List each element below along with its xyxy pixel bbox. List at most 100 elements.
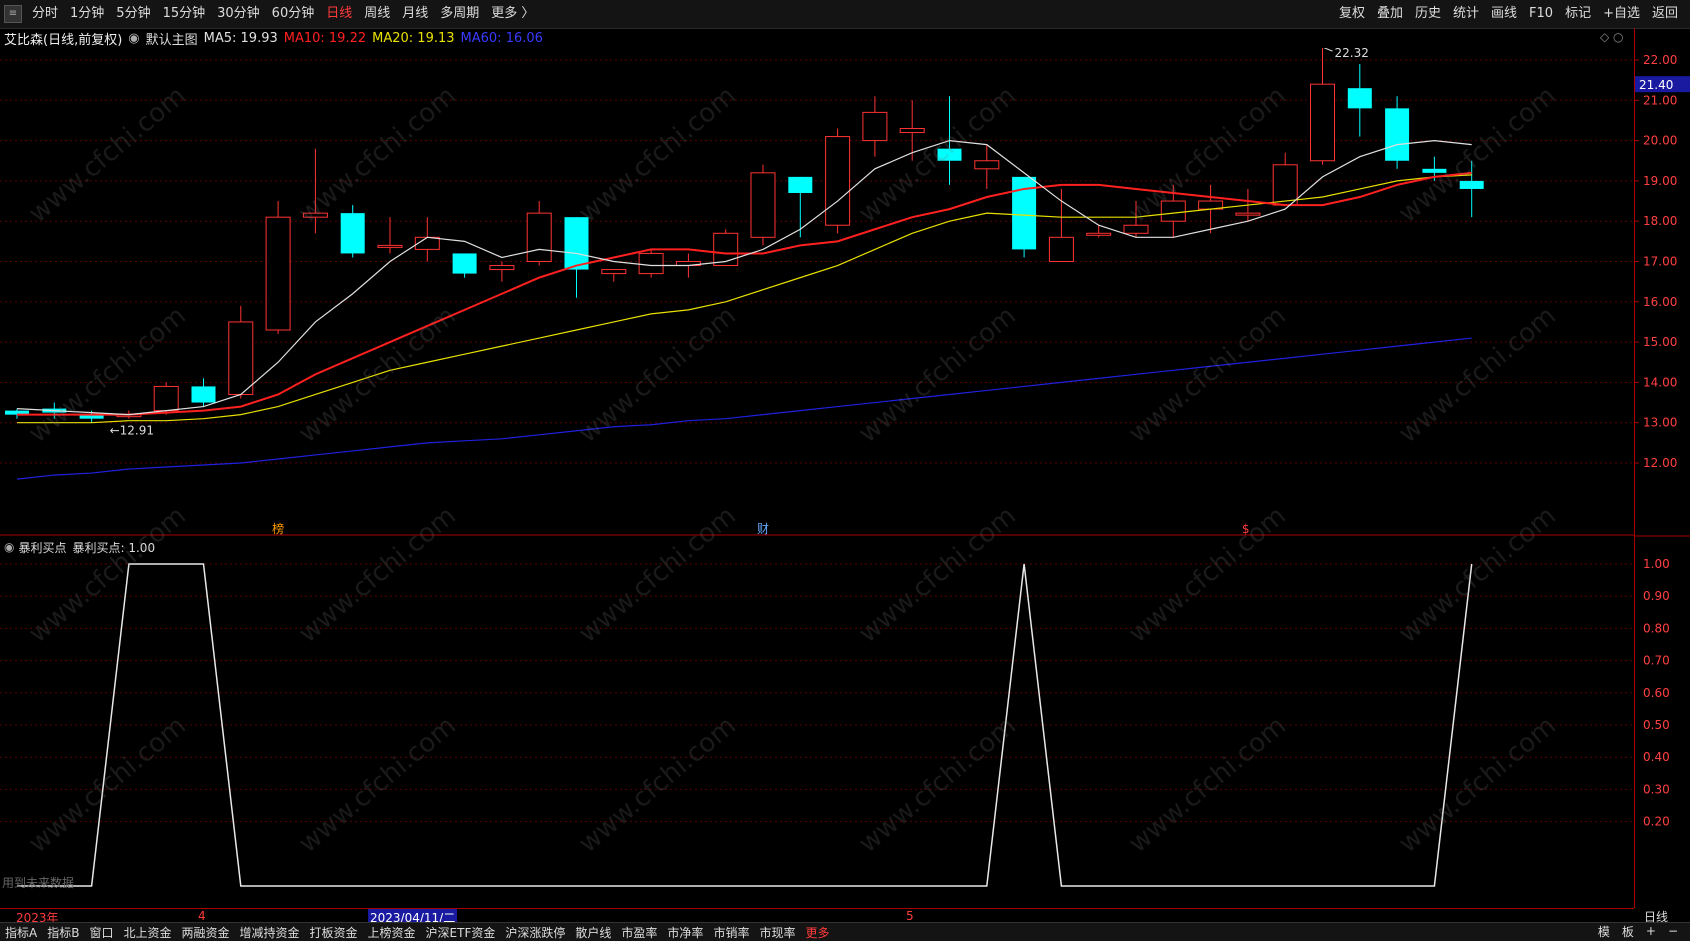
price-axis-label: 22.00 bbox=[1643, 53, 1677, 67]
ma60-label: MA60: 16.06 bbox=[460, 30, 543, 46]
stock-title: 艾比森(日线,前复权) bbox=[4, 32, 123, 48]
indicator-tab[interactable]: 市盈率 bbox=[616, 924, 662, 941]
period-tab[interactable]: 1分钟 bbox=[64, 0, 110, 28]
period-toolbar: ≡ 分时 1分钟 5分钟 15分钟 30分钟 60分钟 日线 周线 月线 多周期 更多 〉 复权 叠加… bbox=[0, 0, 1690, 29]
tool-button[interactable]: 返回 bbox=[1646, 0, 1684, 28]
candle-body-up bbox=[974, 160, 1000, 170]
price-axis-label: 15.00 bbox=[1643, 335, 1677, 349]
high-price-label: 22.32 bbox=[1335, 48, 1369, 60]
period-tab[interactable]: 5分钟 bbox=[110, 0, 156, 28]
indicator-axis-label: 0.40 bbox=[1643, 750, 1670, 764]
date-axis: 2023年 4 2023/04/11/二 5 bbox=[0, 908, 1634, 926]
price-axis-label: 21.00 bbox=[1643, 93, 1677, 107]
indicator-tab[interactable]: 沪深ETF资金 bbox=[421, 924, 501, 941]
indicator-tab[interactable]: 沪深涨跌停 bbox=[500, 924, 570, 941]
indicator-tab[interactable]: 上榜资金 bbox=[363, 924, 421, 941]
event-marker: 财 bbox=[757, 522, 769, 536]
indicator-chart[interactable]: 用到未来数据 bbox=[0, 556, 1634, 908]
date-label-apr: 4 bbox=[198, 909, 206, 923]
price-axis-label: 16.00 bbox=[1643, 295, 1677, 309]
period-tab[interactable]: 60分钟 bbox=[266, 0, 321, 28]
period-tab[interactable]: 更多 〉 bbox=[485, 0, 540, 28]
candle-body-down bbox=[340, 213, 365, 254]
candle-body-up bbox=[825, 136, 851, 226]
tool-button[interactable]: 复权 bbox=[1333, 0, 1371, 28]
indicator-axis-label: 0.70 bbox=[1643, 654, 1670, 668]
main-chart-label[interactable]: 默认主图 bbox=[146, 29, 198, 48]
tool-button[interactable]: F10 bbox=[1523, 0, 1559, 28]
period-tab[interactable]: 15分钟 bbox=[157, 0, 212, 28]
bottom-control[interactable]: 模 bbox=[1592, 923, 1616, 940]
price-axis-label: 12.00 bbox=[1643, 456, 1677, 470]
current-price-label: 21.40 bbox=[1639, 78, 1673, 92]
indicator-tab[interactable]: 市现率 bbox=[754, 924, 800, 941]
tool-button[interactable]: +自选 bbox=[1597, 0, 1646, 28]
candle-body-down bbox=[788, 176, 813, 193]
candle-body-up bbox=[265, 216, 291, 331]
price-axis: 22.00 21.00 20.00 19.00 18.00 17.00 16.00 15.00… bbox=[1634, 28, 1690, 908]
indicator-tab[interactable]: 增减持资金 bbox=[235, 924, 305, 941]
candle-body-up bbox=[228, 321, 254, 395]
bottom-control[interactable]: + bbox=[1640, 924, 1662, 938]
indicator-axis-label: 0.30 bbox=[1643, 782, 1670, 796]
price-axis-label: 19.00 bbox=[1643, 174, 1677, 188]
bottom-control[interactable]: 板 bbox=[1616, 923, 1640, 940]
price-axis-label: 17.00 bbox=[1643, 255, 1677, 269]
indicator-axis-label: 0.90 bbox=[1643, 589, 1670, 603]
indicator-tab[interactable]: 指标B bbox=[42, 924, 84, 941]
candle-body-up bbox=[713, 232, 739, 267]
period-tab[interactable]: 周线 bbox=[358, 0, 396, 28]
indicator-axis-label: 0.50 bbox=[1643, 718, 1670, 732]
candle-body-down bbox=[1347, 88, 1372, 109]
future-data-note: 用到未来数据 bbox=[2, 875, 74, 890]
indicator-tab[interactable]: 市销率 bbox=[708, 924, 754, 941]
indicator-settings-icon[interactable]: ◉ bbox=[4, 540, 14, 554]
indicator-tab[interactable]: 两融资金 bbox=[176, 924, 234, 941]
candlestick-chart[interactable]: 22.32←12.91榜财 $ bbox=[0, 48, 1634, 536]
candle-body-down bbox=[191, 386, 216, 403]
candle-body-up bbox=[1086, 232, 1112, 236]
ma20-label: MA20: 19.13 bbox=[372, 30, 455, 46]
tool-button[interactable]: 叠加 bbox=[1371, 0, 1409, 28]
price-axis-label: 14.00 bbox=[1643, 375, 1677, 389]
candle-body-down bbox=[1385, 108, 1410, 161]
candle-body-up bbox=[899, 128, 925, 134]
period-tab[interactable]: 多周期 bbox=[434, 0, 485, 28]
indicator-tab[interactable]: 北上资金 bbox=[118, 924, 176, 941]
tool-button[interactable]: 统计 bbox=[1447, 0, 1485, 28]
high-price-pointer bbox=[1323, 48, 1333, 52]
candle-body-up bbox=[526, 212, 552, 262]
candle-body-up bbox=[638, 252, 664, 275]
bottom-control[interactable]: − bbox=[1662, 924, 1684, 938]
indicator-axis-label: 0.60 bbox=[1643, 686, 1670, 700]
candle-body-up bbox=[1235, 212, 1261, 216]
indicator-tab[interactable]: 散户线 bbox=[570, 924, 616, 941]
chart-settings-icon[interactable]: ◉ bbox=[128, 31, 139, 46]
indicator-tab[interactable]: 指标A bbox=[0, 924, 42, 941]
indicator-axis-label: 0.20 bbox=[1643, 815, 1670, 829]
tool-button[interactable]: 画线 bbox=[1485, 0, 1523, 28]
indicator-tab[interactable]: 打板资金 bbox=[305, 924, 363, 941]
candle-body-up bbox=[489, 265, 515, 271]
price-axis-label: 20.00 bbox=[1643, 134, 1677, 148]
candle-body-down bbox=[564, 217, 589, 270]
tool-button[interactable]: 历史 bbox=[1409, 0, 1447, 28]
indicator-tab[interactable]: 市净率 bbox=[662, 924, 708, 941]
candle-body-up bbox=[153, 385, 179, 412]
candle-body-up bbox=[601, 269, 627, 275]
low-price-label: ←12.91 bbox=[110, 423, 154, 437]
period-tab[interactable]: 分时 bbox=[26, 0, 64, 28]
ma10-label: MA10: 19.22 bbox=[283, 30, 367, 46]
chart-info-bar: 艾比森(日线,前复权) ◉ 默认主图 MA5: 19.93 MA10: 19.2… bbox=[0, 28, 549, 48]
indicator-tab[interactable]: 窗口 bbox=[84, 924, 118, 941]
period-tab[interactable]: 月线 bbox=[396, 0, 434, 28]
period-tab[interactable]: 日线 bbox=[320, 0, 358, 28]
window-menu-icon[interactable]: ≡ bbox=[4, 5, 22, 23]
indicator-name: 暴利买点 bbox=[18, 540, 67, 555]
tool-button[interactable]: 标记 bbox=[1559, 0, 1597, 28]
period-tab[interactable]: 30分钟 bbox=[211, 0, 266, 28]
chart-toggle-icon[interactable]: ◇ ○ bbox=[1600, 30, 1624, 44]
candle-body-up bbox=[1310, 83, 1335, 162]
indicator-tab[interactable]: 更多 bbox=[800, 924, 834, 941]
indicator-tabs: 指标A 指标B 窗口 北上资金 两融资金 增减持资金 打板资金 上榜资金 沪深ETF资金 沪深涨跌… bbox=[0, 922, 1690, 941]
